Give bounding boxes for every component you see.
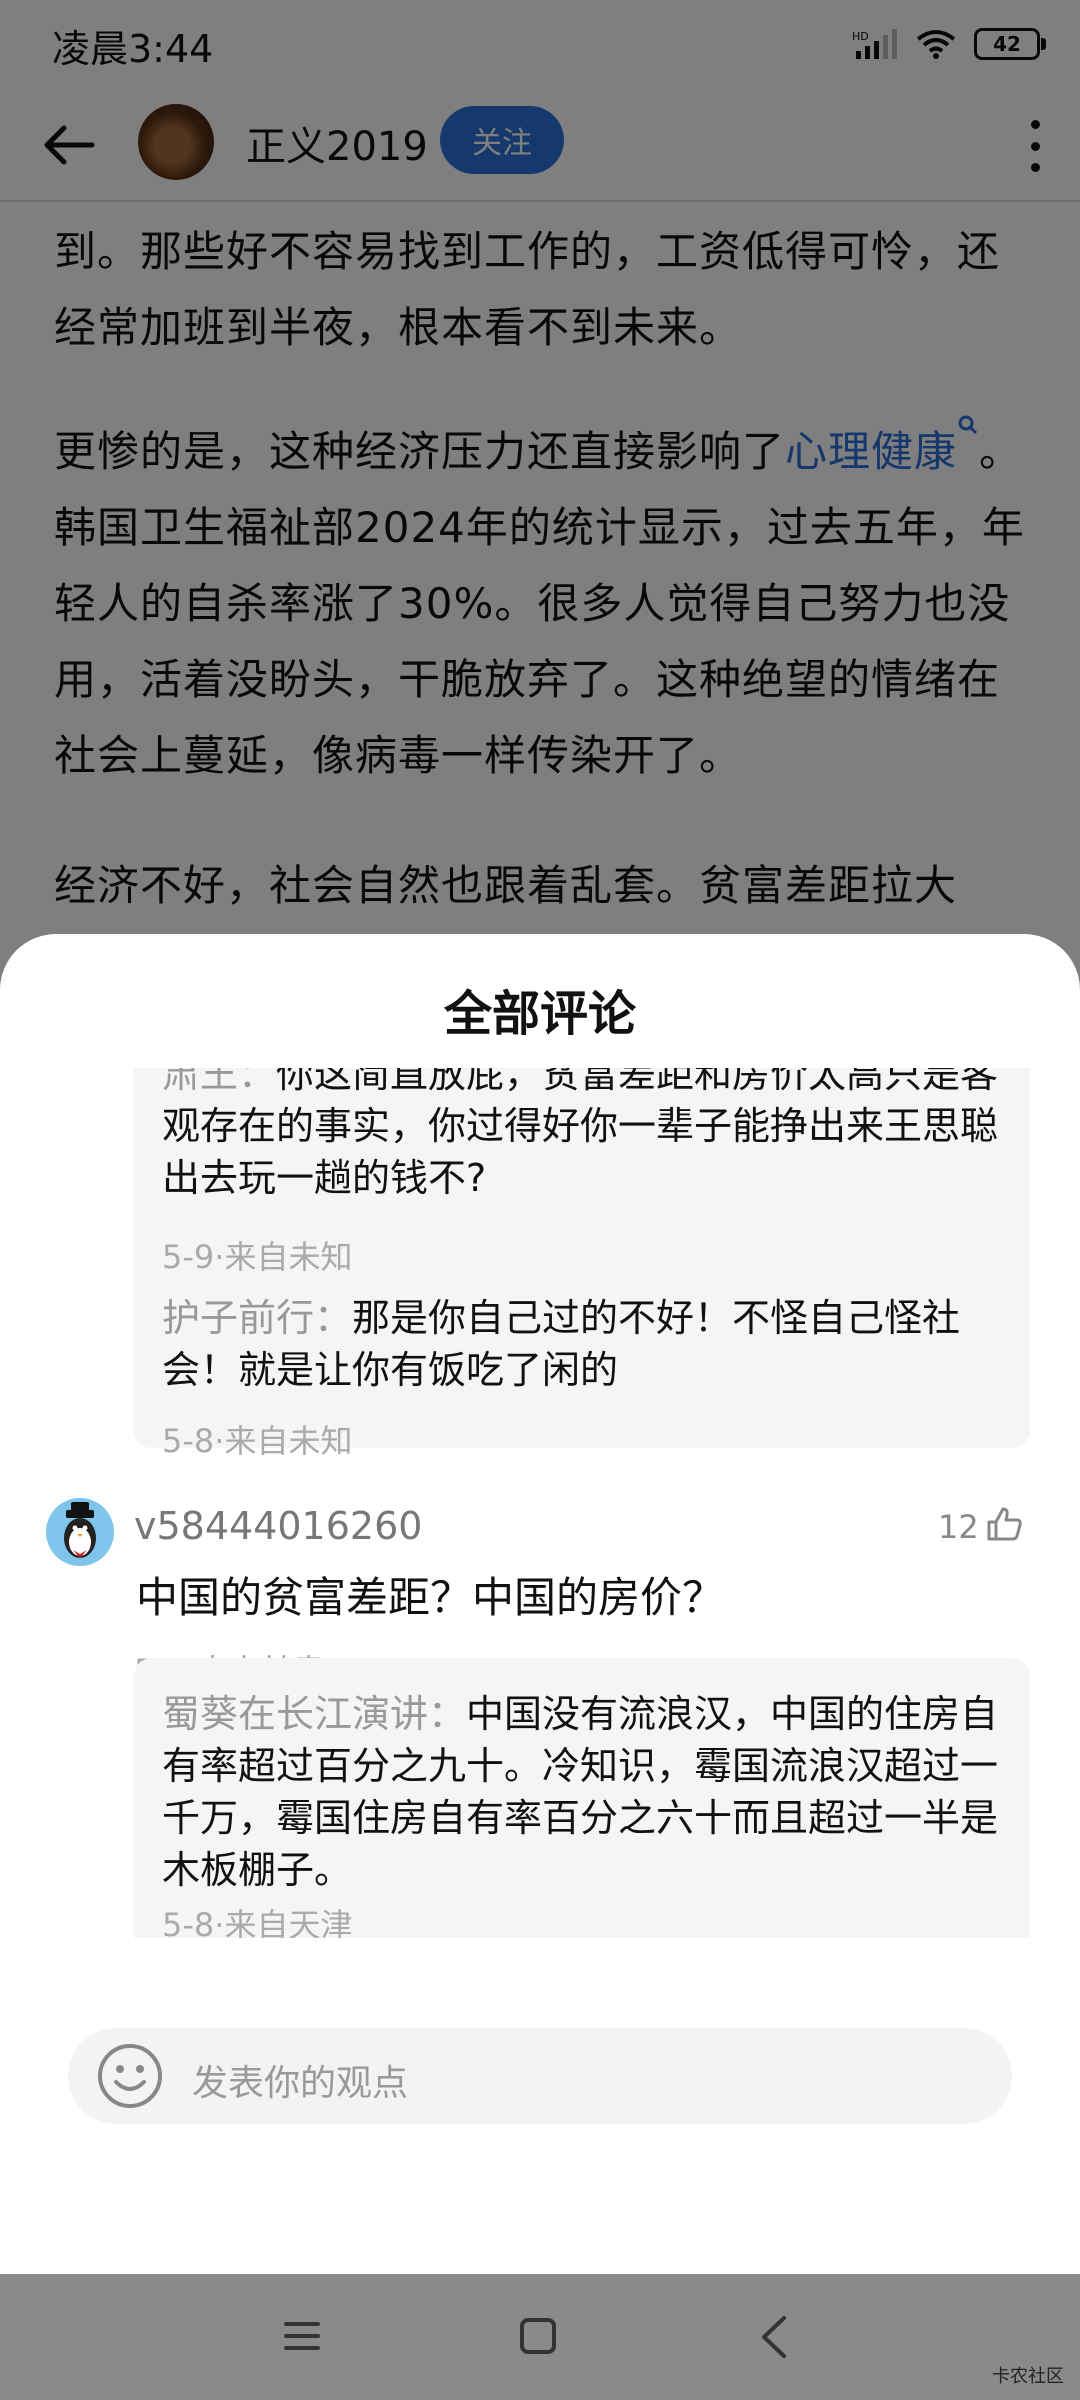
comment-input[interactable]: 发表你的观点 <box>68 2028 1012 2124</box>
commenter-avatar[interactable] <box>46 1498 114 1566</box>
system-nav-bar: 卡农社区 <box>0 2274 1080 2400</box>
comment-text[interactable]: 中国的贫富差距？中国的房价？ <box>136 1564 724 1625</box>
comments-sheet: 全部评论 肃王：你这简直放屁，贫富差距和房价太高只是客观存在的事实，你过得好你一… <box>0 934 1080 2274</box>
watermark: 卡农社区 <box>992 2366 1064 2387</box>
reply-author[interactable]: 护子前行： <box>162 1296 352 1340</box>
menu-icon[interactable] <box>282 2316 322 2356</box>
input-placeholder[interactable]: 发表你的观点 <box>192 2054 408 2106</box>
emoji-icon[interactable] <box>96 2042 164 2110</box>
reply-thread: 蜀葵在长江演讲：中国没有流浪汉，中国的住房自有率超过百分之九十。冷知识，霉国流浪… <box>134 1658 1030 1938</box>
reply-meta: 5-9·来自未知 <box>162 1238 353 1276</box>
nav-back-icon[interactable] <box>756 2314 790 2360</box>
reply-meta: 5-8·来自未知 <box>162 1422 353 1460</box>
like-count: 12 <box>938 1508 979 1546</box>
thumbs-up-icon[interactable] <box>984 1504 1024 1544</box>
home-icon[interactable] <box>518 2316 558 2356</box>
reply-text: 你这简直放屁，贫富差距和房价太高只是客观存在的事实，你过得好你一辈子能挣出来王思… <box>162 1068 999 1200</box>
reply-meta: 5-8·来自天津 <box>162 1906 353 1938</box>
comments-list[interactable]: 肃王：你这简直放屁，贫富差距和房价太高只是客观存在的事实，你过得好你一辈子能挣出… <box>0 1068 1080 1938</box>
reply-thread: 肃王：你这简直放屁，贫富差距和房价太高只是客观存在的事实，你过得好你一辈子能挣出… <box>134 1068 1030 1460</box>
penguin-avatar-icon <box>46 1498 114 1566</box>
reply-item[interactable]: 蜀葵在长江演讲：中国没有流浪汉，中国的住房自有率超过百分之九十。冷知识，霉国流浪… <box>162 1688 1002 1896</box>
commenter-name[interactable]: v58444016260 <box>134 1504 422 1548</box>
reply-author[interactable]: 肃王： <box>162 1068 276 1096</box>
reply-author[interactable]: 蜀葵在长江演讲： <box>162 1692 466 1736</box>
reply-item[interactable]: 肃王：你这简直放屁，贫富差距和房价太高只是客观存在的事实，你过得好你一辈子能挣出… <box>162 1068 1002 1204</box>
reply-item[interactable]: 护子前行：那是你自己过的不好！不怪自己怪社会！就是让你有饭吃了闲的 <box>162 1292 1002 1396</box>
sheet-title: 全部评论 <box>443 986 636 1042</box>
